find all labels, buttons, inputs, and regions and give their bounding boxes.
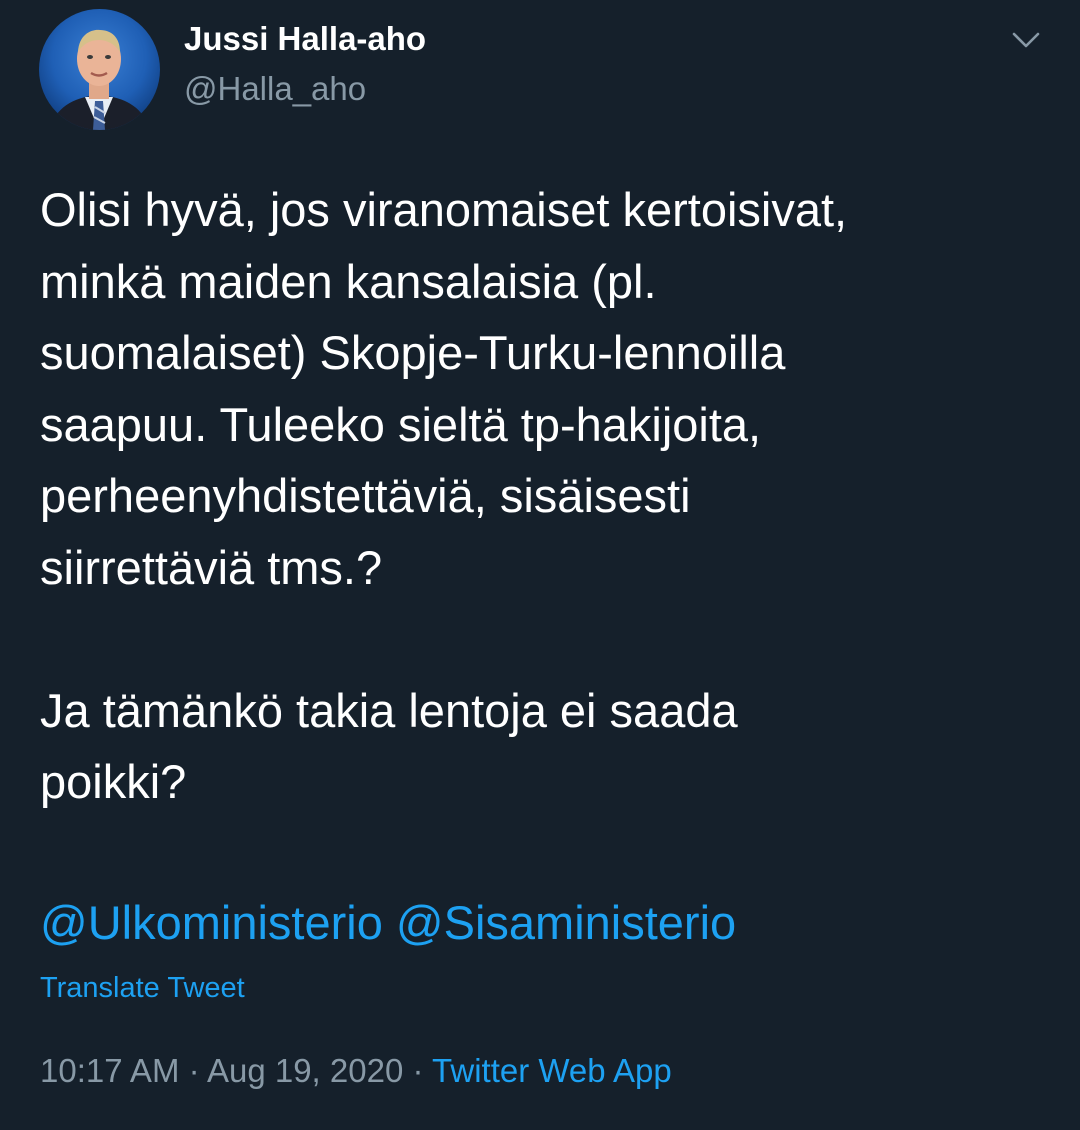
tweet-line: suomalaiset) Skopje-Turku-lennoilla — [40, 326, 786, 379]
tweet-time[interactable]: 10:17 AM — [40, 1052, 179, 1089]
tweet-line: siirrettäviä tms.? — [40, 540, 383, 594]
chevron-down-icon[interactable] — [1008, 22, 1044, 58]
tweet-source-link[interactable]: Twitter Web App — [432, 1052, 672, 1089]
tweet-line: minkä maiden kansalaisia (pl. — [40, 254, 657, 308]
tweet-line: saapuu. Tuleeko sieltä tp-hakijoita, — [40, 397, 762, 451]
meta-separator: · — [403, 1052, 433, 1089]
translate-tweet-link[interactable]: Translate Tweet — [40, 972, 245, 1005]
mention-sisaministerio-link[interactable]: @Sisaministerio — [396, 896, 736, 949]
tweet-line: poikki? — [40, 755, 187, 808]
author-name[interactable]: Jussi Halla-aho — [184, 20, 426, 58]
tweet-line: perheenyhdistettäviä, sisäisesti — [40, 469, 691, 522]
meta-separator: · — [179, 1052, 207, 1089]
tweet-date[interactable]: Aug 19, 2020 — [207, 1052, 403, 1089]
tweet-mentions: @Ulkoministerio @Sisaministerio — [40, 890, 736, 956]
tweet: Jussi Halla-aho @Halla_aho Olisi hyvä, j… — [0, 0, 1080, 1130]
profile-photo — [39, 9, 160, 130]
tweet-metadata: 10:17 AM · Aug 19, 2020 · Twitter Web Ap… — [40, 1052, 672, 1090]
tweet-line: Olisi hyvä, jos viranomaiset kertoisivat… — [40, 183, 848, 236]
mention-ulkoministerio-link[interactable]: @Ulkoministerio — [40, 896, 383, 949]
tweet-text: Olisi hyvä, jos viranomaiset kertoisivat… — [40, 174, 1050, 818]
author-handle[interactable]: @Halla_aho — [184, 70, 366, 108]
author-avatar[interactable] — [39, 9, 160, 130]
tweet-line: Ja tämänkö takia lentoja ei saada — [40, 683, 738, 737]
